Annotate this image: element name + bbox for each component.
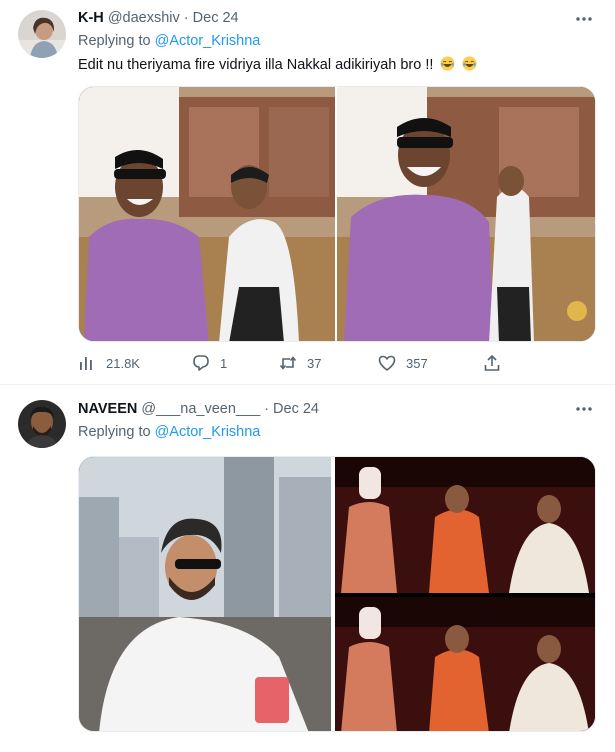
media-image-left[interactable]	[79, 457, 331, 732]
tweet-media[interactable]	[78, 456, 596, 732]
views-icon	[80, 357, 92, 370]
tweet-actions: 21.8K 1 37 357	[78, 352, 518, 374]
like-count: 357	[406, 355, 428, 371]
tweet-header: K-H @daexshiv · Dec 24	[78, 10, 239, 26]
avatar[interactable]	[18, 400, 66, 448]
separator: ·	[264, 401, 270, 417]
reply-icon	[193, 355, 209, 371]
avatar[interactable]	[18, 10, 66, 58]
retweet-button[interactable]: 37	[279, 352, 321, 374]
reply-button[interactable]: 1	[192, 352, 227, 374]
media-image-right[interactable]	[337, 87, 596, 342]
tweet-text-content: Edit nu theriyama fire vidriya illa Nakk…	[78, 57, 434, 73]
share-icon	[484, 354, 500, 371]
laughing-emoji-icon	[440, 56, 455, 71]
retweet-count: 37	[307, 355, 322, 371]
replying-to: Replying to @Actor_Krishna	[78, 33, 260, 49]
mention-link[interactable]: @Actor_Krishna	[155, 424, 261, 440]
display-name[interactable]: NAVEEN	[78, 401, 137, 417]
separator: ·	[183, 10, 189, 26]
views-button[interactable]: 21.8K	[78, 352, 140, 374]
tweet[interactable]: NAVEEN @___na_veen___ · Dec 24 Replying …	[0, 386, 615, 752]
more-icon[interactable]	[573, 398, 595, 420]
media-image-right[interactable]	[335, 457, 596, 732]
tweet-date[interactable]: Dec 24	[273, 401, 319, 417]
display-name[interactable]: K-H	[78, 10, 104, 26]
laughing-emoji-icon	[462, 56, 477, 71]
replying-to: Replying to @Actor_Krishna	[78, 424, 260, 440]
replying-to-label: Replying to	[78, 424, 155, 440]
media-image-left[interactable]	[79, 87, 335, 342]
retweet-icon	[279, 356, 297, 370]
replying-to-label: Replying to	[78, 33, 155, 49]
user-handle[interactable]: @daexshiv	[108, 10, 180, 26]
tweet-header: NAVEEN @___na_veen___ · Dec 24	[78, 401, 319, 417]
views-count: 21.8K	[106, 355, 140, 371]
user-handle[interactable]: @___na_veen___	[141, 401, 260, 417]
like-button[interactable]: 357	[378, 352, 428, 374]
tweet-text: Edit nu theriyama fire vidriya illa Nakk…	[78, 56, 477, 73]
more-icon[interactable]	[573, 8, 595, 30]
reply-count: 1	[220, 355, 228, 371]
tweet[interactable]: K-H @daexshiv · Dec 24 Replying to @Acto…	[0, 0, 615, 385]
like-icon	[378, 355, 396, 371]
tweet-date[interactable]: Dec 24	[193, 10, 239, 26]
share-button[interactable]	[483, 352, 511, 374]
tweet-media[interactable]	[78, 86, 596, 342]
mention-link[interactable]: @Actor_Krishna	[155, 33, 261, 49]
